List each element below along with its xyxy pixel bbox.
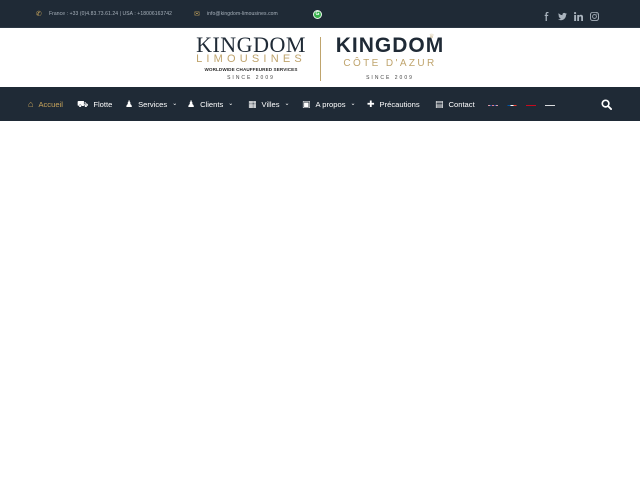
chevron-down-icon: ⌄ — [228, 101, 234, 107]
chevron-down-icon: ⌄ — [172, 101, 178, 107]
nav-item-accueil[interactable]: ⌂ Accueil — [28, 87, 63, 121]
logo-divider — [320, 37, 321, 81]
green-badge-icon[interactable]: G — [313, 10, 322, 19]
kingdom-limousines-logo[interactable]: KINGDOM LIMOUSINES WORLDWIDE CHAUFFEURED… — [190, 34, 312, 86]
nav-item-flotte[interactable]: ⛟ Flotte — [77, 87, 112, 121]
phone-text: France : +33 (0)4.83.73.61.24 | USA : +1… — [48, 11, 173, 17]
address-book-icon: ▤ — [435, 98, 444, 109]
flag-france-icon[interactable] — [507, 99, 517, 106]
envelope-icon: ✉ — [194, 10, 200, 18]
page-content-area — [0, 121, 640, 480]
logo-band: KINGDOM LIMOUSINES WORLDWIDE CHAUFFEURED… — [0, 29, 640, 87]
main-navigation: ⌂ Accueil ⛟ Flotte ♟ Services ⌄ ♟ Client… — [0, 87, 640, 121]
phone-contact[interactable]: ✆ France : +33 (0)4.83.73.61.24 | USA : … — [36, 0, 172, 28]
chauffeur-icon: ♟ — [125, 98, 134, 109]
facebook-icon[interactable] — [542, 8, 551, 21]
linkedin-icon[interactable] — [574, 8, 584, 21]
email-contact[interactable]: ✉ info@kingdom-limousines.com — [194, 0, 278, 28]
nav-item-services[interactable]: ♟ Services ⌄ — [125, 87, 177, 121]
phone-icon: ✆ — [36, 10, 42, 18]
nav-item-clients[interactable]: ♟ Clients ⌄ — [187, 87, 233, 121]
users-icon: ♟ — [187, 98, 196, 109]
building-icon: ▦ — [248, 98, 257, 109]
search-icon[interactable] — [601, 97, 613, 110]
instagram-icon[interactable] — [590, 8, 599, 21]
flag-spain-icon[interactable] — [526, 99, 536, 106]
nav-item-apropos[interactable]: ▣ A propos ⌄ — [302, 87, 356, 121]
email-text: info@kingdom-limousines.com — [206, 11, 278, 17]
nav-item-villes[interactable]: ▦ Villes ⌄ — [248, 87, 290, 121]
flag-uk-icon[interactable] — [488, 99, 498, 106]
twitter-icon[interactable] — [558, 8, 567, 21]
flag-russia-icon[interactable] — [545, 99, 555, 106]
top-bar: ✆ France : +33 (0)4.83.73.61.24 | USA : … — [0, 0, 640, 28]
kingdom-cote-dazur-logo[interactable]: KINGDOM ♕ CÔTE D'AZUR SINCE 2009 — [326, 34, 454, 86]
chevron-down-icon: ⌄ — [350, 101, 356, 107]
nav-item-contact[interactable]: ▤ Contact — [435, 87, 475, 121]
home-icon: ⌂ — [28, 98, 34, 109]
car-icon: ⛟ — [77, 98, 89, 109]
medkit-icon: ✚ — [367, 98, 375, 109]
nav-item-precautions[interactable]: ✚ Précautions — [367, 87, 420, 121]
chevron-down-icon: ⌄ — [284, 101, 290, 107]
crown-icon: ♕ — [429, 34, 435, 40]
id-card-icon: ▣ — [302, 98, 311, 109]
